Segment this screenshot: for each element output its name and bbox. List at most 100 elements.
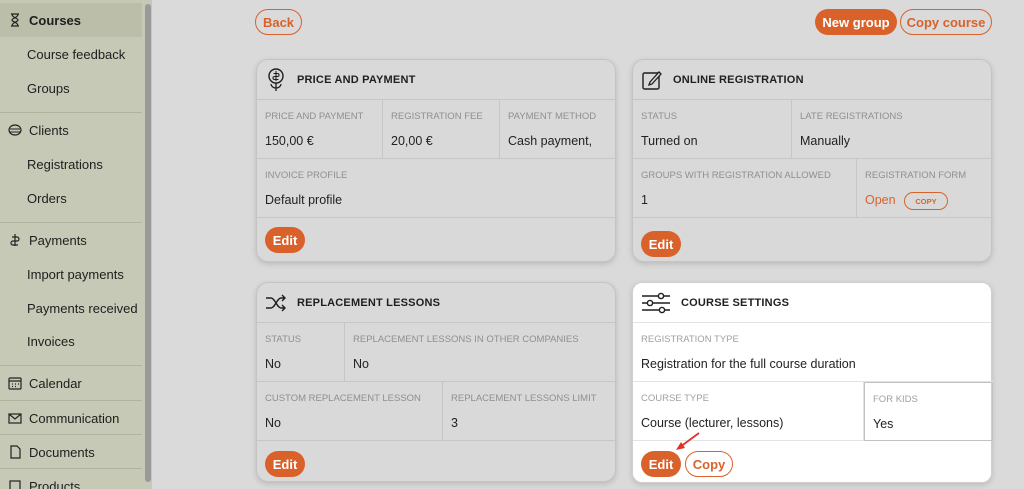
- sidebar-item-calendar[interactable]: Calendar: [0, 366, 142, 400]
- field-label: REPLACEMENT LESSONS LIMIT: [451, 393, 597, 404]
- sidebar-item-clients[interactable]: Clients: [0, 113, 142, 147]
- field-replacement-limit: REPLACEMENT LESSONS LIMIT 3: [443, 382, 617, 441]
- field-value: Yes: [873, 417, 894, 431]
- back-button[interactable]: Back: [255, 9, 302, 35]
- sidebar-item-label: Communication: [29, 410, 120, 426]
- sidebar-item-label: Payments: [29, 232, 87, 248]
- field-registration-fee: REGISTRATION FEE 20,00 €: [383, 100, 500, 159]
- envelope-icon: [8, 411, 22, 425]
- sidebar-item-communication[interactable]: Communication: [0, 401, 142, 435]
- field-label: STATUS: [641, 111, 678, 122]
- replacement-lessons-card: REPLACEMENT LESSONS STATUS No REPLACEMEN…: [256, 282, 617, 482]
- sidebar-item-label: Clients: [29, 122, 69, 138]
- field-status: STATUS No: [257, 323, 345, 382]
- sidebar-item-invoices[interactable]: Invoices: [0, 324, 142, 358]
- card-title: PRICE AND PAYMENT: [297, 73, 416, 86]
- money-flower-icon: [265, 67, 287, 92]
- field-value: Turned on: [641, 134, 698, 148]
- copy-course-button[interactable]: Copy course: [900, 9, 992, 35]
- sidebar-item-label: Orders: [27, 190, 67, 206]
- field-label: REPLACEMENT LESSONS IN OTHER COMPANIES: [353, 334, 579, 345]
- calendar-icon: [8, 376, 22, 390]
- edit-button[interactable]: Edit: [265, 451, 305, 477]
- field-label: STATUS: [265, 334, 302, 345]
- copy-form-button[interactable]: COPY: [904, 192, 948, 210]
- card-header: PRICE AND PAYMENT: [257, 60, 615, 100]
- card-header: COURSE SETTINGS: [633, 283, 991, 323]
- sidebar-item-label: Import payments: [27, 266, 124, 282]
- card-title: REPLACEMENT LESSONS: [297, 296, 441, 309]
- online-registration-card: ONLINE REGISTRATION STATUS Turned on LAT…: [632, 59, 993, 262]
- field-value: 1: [641, 193, 648, 207]
- field-label: REGISTRATION TYPE: [641, 334, 739, 345]
- field-value: Manually: [800, 134, 851, 148]
- field-label: PAYMENT METHOD: [508, 111, 597, 122]
- sidebar-item-label: Invoices: [27, 333, 75, 349]
- sliders-icon: [641, 291, 671, 315]
- new-group-button[interactable]: New group: [815, 9, 897, 35]
- edit-button[interactable]: Edit: [641, 231, 681, 257]
- sidebar-item-label: Groups: [27, 80, 70, 96]
- field-label: LATE REGISTRATIONS: [800, 111, 903, 122]
- sidebar-item-payments[interactable]: Payments: [0, 223, 142, 257]
- field-custom-replacement: CUSTOM REPLACEMENT LESSON No: [257, 382, 443, 441]
- edit-square-icon: [641, 68, 663, 92]
- field-groups-allowed: GROUPS WITH REGISTRATION ALLOWED 1: [633, 159, 857, 218]
- sidebar-item-documents[interactable]: Documents: [0, 435, 142, 469]
- document-icon: [8, 445, 22, 459]
- sidebar-item-products[interactable]: Products: [0, 469, 142, 489]
- card-title: COURSE SETTINGS: [681, 296, 790, 309]
- sidebar-item-import-payments[interactable]: Import payments: [0, 257, 142, 291]
- field-late-registrations: LATE REGISTRATIONS Manually: [792, 100, 993, 159]
- field-value: No: [353, 357, 369, 371]
- field-course-type: COURSE TYPE Course (lecturer, lessons): [633, 382, 864, 441]
- course-settings-card: COURSE SETTINGS REGISTRATION TYPE Regist…: [632, 282, 993, 483]
- hourglass-icon: [8, 13, 22, 27]
- field-label: GROUPS WITH REGISTRATION ALLOWED: [641, 170, 831, 181]
- sidebar-item-label: Payments received: [27, 300, 138, 316]
- field-label: CUSTOM REPLACEMENT LESSON: [265, 393, 421, 404]
- clients-icon: [8, 123, 22, 137]
- annotation-arrow-icon: [676, 432, 700, 450]
- field-for-kids: FOR KIDS Yes: [864, 382, 993, 441]
- card-header: REPLACEMENT LESSONS: [257, 283, 615, 323]
- product-icon: [8, 479, 22, 489]
- sidebar-item-label: Course feedback: [27, 46, 126, 62]
- field-label: REGISTRATION FEE: [391, 111, 483, 122]
- edit-button[interactable]: Edit: [265, 227, 305, 253]
- card-title: ONLINE REGISTRATION: [673, 73, 804, 86]
- open-form-link[interactable]: Open: [865, 193, 896, 207]
- field-label: PRICE AND PAYMENT: [265, 111, 364, 122]
- sidebar-item-payments-received[interactable]: Payments received: [0, 291, 142, 325]
- sidebar-item-courses[interactable]: Courses: [0, 3, 142, 37]
- sidebar-item-registrations[interactable]: Registrations: [0, 147, 142, 181]
- main-content: Back New group Copy course PRICE AND PAY…: [152, 0, 1024, 489]
- field-payment-method: PAYMENT METHOD Cash payment,: [500, 100, 617, 159]
- field-value: No: [265, 357, 281, 371]
- field-invoice-profile: INVOICE PROFILE Default profile: [257, 159, 617, 218]
- sidebar-item-groups[interactable]: Groups: [0, 71, 142, 105]
- field-value: Registration for the full course duratio…: [641, 357, 856, 371]
- sidebar-item-label: Registrations: [27, 156, 103, 172]
- field-other-companies: REPLACEMENT LESSONS IN OTHER COMPANIES N…: [345, 323, 617, 382]
- field-label: COURSE TYPE: [641, 393, 709, 404]
- sidebar: Courses Course feedback Groups Clients R…: [0, 0, 152, 489]
- sidebar-item-orders[interactable]: Orders: [0, 181, 142, 215]
- field-value: 20,00 €: [391, 134, 433, 148]
- field-label: REGISTRATION FORM: [865, 170, 967, 181]
- card-header: ONLINE REGISTRATION: [633, 60, 991, 100]
- field-price: PRICE AND PAYMENT 150,00 €: [257, 100, 383, 159]
- sidebar-item-course-feedback[interactable]: Course feedback: [0, 37, 142, 71]
- field-registration-type: REGISTRATION TYPE Registration for the f…: [633, 323, 993, 382]
- field-status: STATUS Turned on: [633, 100, 792, 159]
- field-value: Cash payment,: [508, 134, 593, 148]
- field-label: FOR KIDS: [873, 394, 918, 405]
- payments-icon: [8, 233, 22, 247]
- field-label: INVOICE PROFILE: [265, 170, 348, 181]
- field-value: Default profile: [265, 193, 343, 207]
- field-value: 150,00 €: [265, 134, 314, 148]
- sidebar-item-label: Courses: [29, 12, 82, 28]
- field-value: No: [265, 416, 281, 430]
- sidebar-scrollbar[interactable]: [145, 4, 151, 482]
- field-value: Course (lecturer, lessons): [641, 416, 784, 430]
